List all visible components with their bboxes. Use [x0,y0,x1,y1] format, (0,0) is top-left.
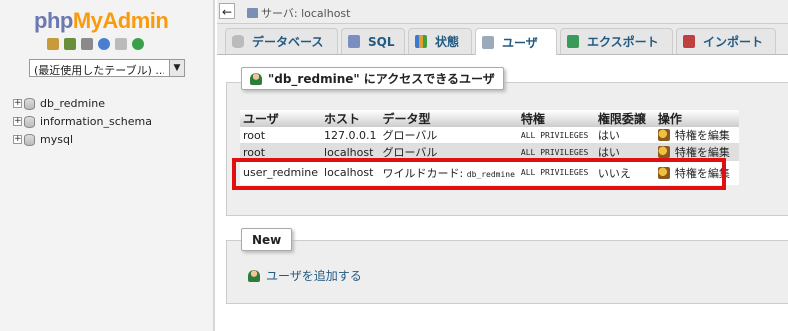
docs-icon[interactable] [115,38,127,50]
add-user-label[interactable]: ユーザを追加する [266,267,362,284]
import-icon [683,35,695,48]
database-icon [24,115,35,128]
tab-export[interactable]: エクスポート [560,28,673,54]
db-item-db_redmine[interactable]: + db_redmine [13,97,105,110]
export-icon [567,35,579,48]
database-icon [232,35,244,48]
expand-icon[interactable]: + [13,135,22,144]
expand-icon[interactable]: + [13,117,22,126]
sql-query-icon[interactable] [81,38,93,50]
logo-my: My [72,8,103,33]
tab-label: ユーザ [502,35,538,50]
reload-icon[interactable] [132,38,144,50]
navigation-panel: phpMyAdmin (最近使用したテーブル) ... ▼ + db_redmin… [0,0,215,331]
edit-privileges-link[interactable]: 特権を編集 [657,127,736,143]
collapse-nav-button[interactable]: ← [219,3,235,19]
users-legend-text: "db_redmine" にアクセスできるユーザ [268,72,495,86]
edit-label[interactable]: 特権を編集 [675,127,730,143]
home-icon[interactable] [47,38,59,50]
nav-icon-bar [47,38,144,50]
user-icon [250,72,262,85]
cell-host: 127.0.0.1 [321,127,380,144]
new-legend: New [241,228,293,251]
logo-php: php [34,8,73,33]
new-legend-text: New [252,232,282,247]
col-privileges: 特権 [517,110,595,127]
tab-sql[interactable]: SQL [341,28,405,54]
status-chart-icon [415,35,427,48]
cell-privileges: ALL PRIVILEGES [517,127,595,144]
cell-grant: はい [594,127,655,144]
tab-label: 状態 [435,35,460,49]
users-icon [482,35,494,49]
highlight-box [232,158,726,190]
col-grant: 権限委譲 [594,110,655,127]
users-legend: "db_redmine" にアクセスできるユーザ [241,67,504,90]
logo-admin: Admin [102,8,169,33]
recent-tables-value: (最近使用したテーブル) ... [34,64,164,77]
db-label[interactable]: mysql [40,133,73,146]
add-user-link[interactable]: ユーザを追加する [248,267,362,284]
edit-privileges-icon [657,129,670,141]
database-icon [24,133,35,146]
expand-icon[interactable]: + [13,99,22,108]
cell-type: グローバル [379,127,518,144]
breadcrumb-bar: ← サーバ: localhost [217,0,788,24]
help-icon[interactable] [98,38,110,50]
server-icon [247,8,258,18]
tab-label: データベース [252,35,324,49]
db-item-mysql[interactable]: + mysql [13,133,73,146]
breadcrumb-server[interactable]: サーバ: localhost [261,5,350,21]
phpmyadmin-logo[interactable]: phpMyAdmin [34,8,169,34]
breadcrumb[interactable]: サーバ: localhost [247,5,350,21]
col-type: データ型 [379,110,518,127]
tab-label: エクスポート [587,35,659,49]
table-header-row: ユーザ ホスト データ型 特権 権限委譲 操作 [240,110,739,127]
add-user-icon [248,269,260,282]
chevron-down-icon[interactable]: ▼ [169,60,184,76]
main-tabs: データベース SQL 状態 ユーザ エクスポート インポート [217,24,788,55]
recent-tables-select[interactable]: (最近使用したテーブル) ... ▼ [29,59,185,77]
tab-users[interactable]: ユーザ [475,28,557,55]
tab-import[interactable]: インポート [676,28,776,54]
col-action: 操作 [654,110,739,127]
logout-icon[interactable] [64,38,76,50]
tab-databases[interactable]: データベース [225,28,338,54]
database-icon [24,97,35,110]
tab-label: SQL [368,34,395,49]
db-label[interactable]: information_schema [40,115,152,128]
db-label[interactable]: db_redmine [40,97,105,110]
table-row: root 127.0.0.1 グローバル ALL PRIVILEGES はい 特… [240,127,739,144]
tab-status[interactable]: 状態 [408,28,472,54]
sql-icon [348,35,360,48]
tab-label: インポート [703,35,764,49]
cell-user: root [240,127,322,144]
db-item-information_schema[interactable]: + information_schema [13,115,152,128]
edit-privileges-icon [657,146,670,158]
col-host: ホスト [321,110,380,127]
col-user: ユーザ [240,110,322,127]
